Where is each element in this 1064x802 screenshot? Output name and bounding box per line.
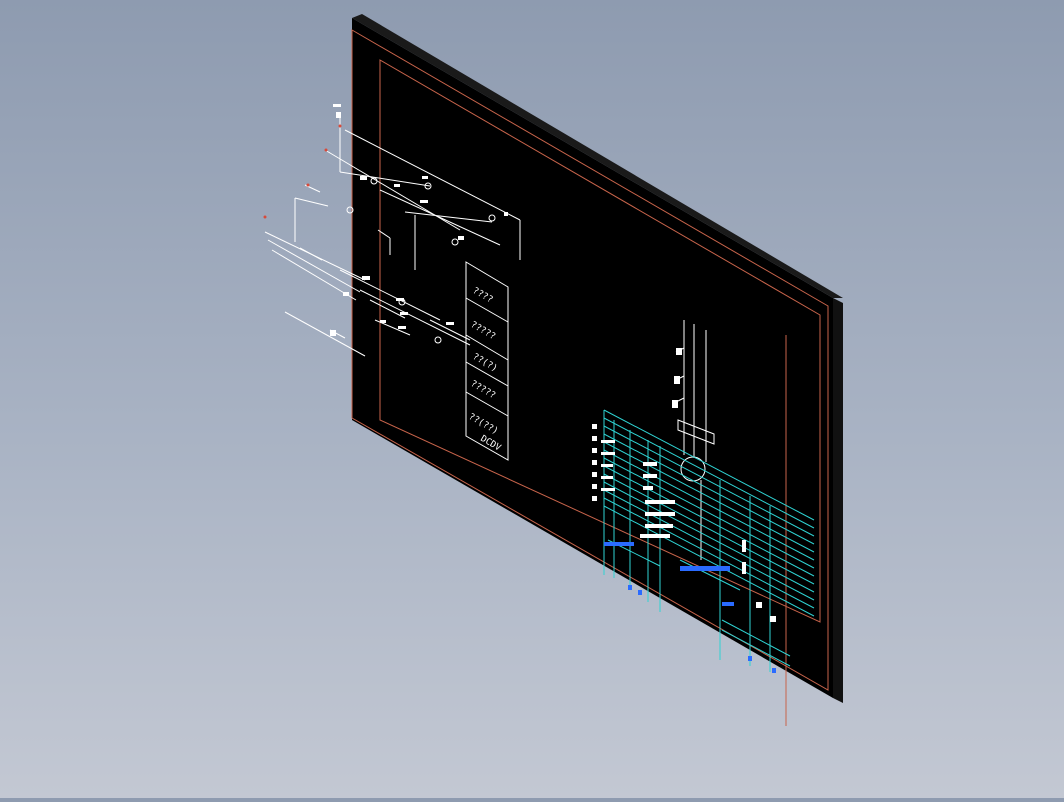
red-markers — [263, 124, 342, 219]
drawing-sheet — [352, 18, 833, 698]
drawing-sheet-side — [833, 298, 843, 703]
isometric-drawing-svg: ???? ????? ??(?) ????? ??(??) DCDV — [263, 14, 843, 726]
cad-viewport[interactable]: ???? ????? ??(?) ????? ??(??) DCDV — [0, 0, 1064, 798]
